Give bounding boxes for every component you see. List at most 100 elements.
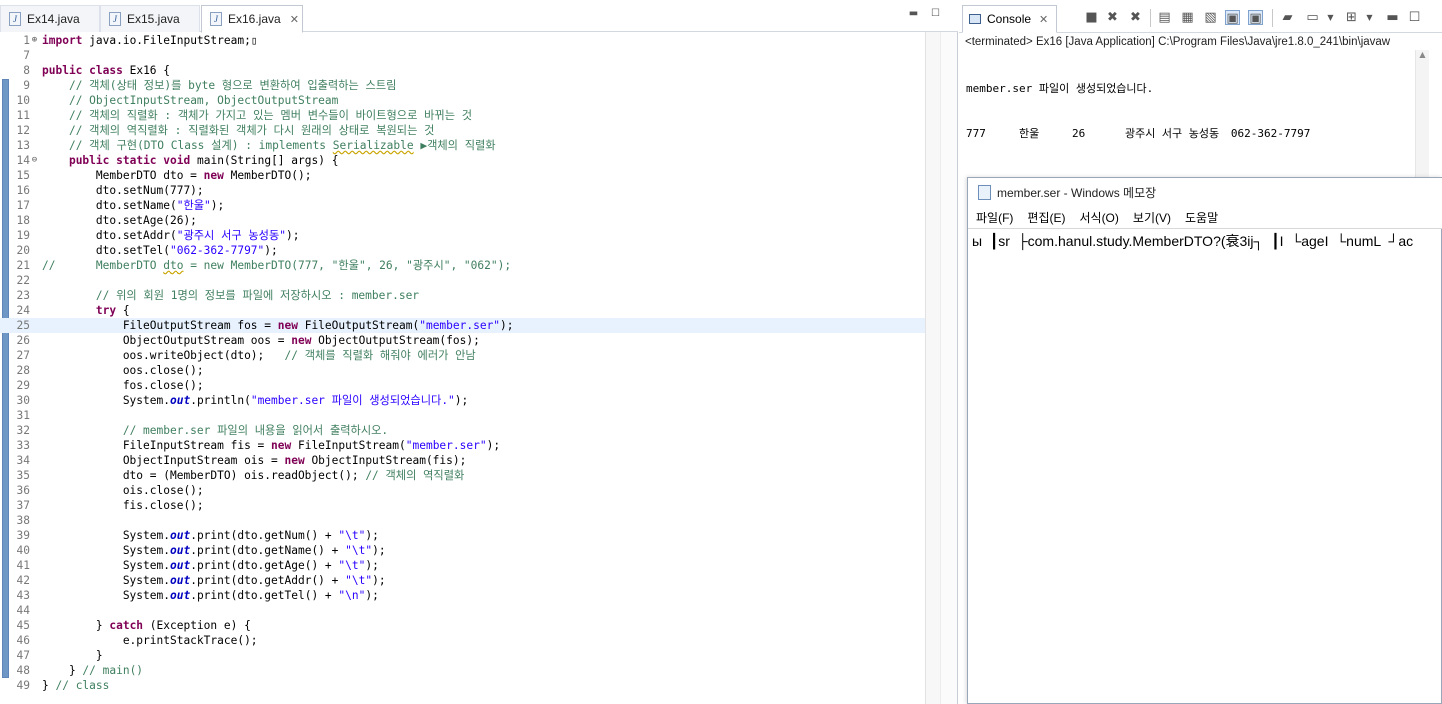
open-console-icon[interactable]: ⊞	[1344, 10, 1359, 25]
tab-ex14[interactable]: J Ex14.java	[0, 5, 100, 32]
code-line[interactable]: 14 ⊖ public static void main(String[] arg…	[0, 153, 925, 168]
line-number: 12	[16, 124, 30, 137]
menu-file[interactable]: 파일(F)	[976, 209, 1013, 226]
code-line[interactable]: 49} // class	[0, 678, 925, 693]
notepad-menubar: 파일(F) 편집(E) 서식(O) 보기(V) 도움말	[968, 206, 1442, 228]
maximize-icon[interactable]: ☐	[1407, 10, 1422, 25]
code-line[interactable]: 47 }	[0, 648, 925, 663]
close-icon[interactable]: ✕	[290, 13, 299, 26]
line-number: 43	[16, 589, 30, 602]
code-line[interactable]: 34 ObjectInputStream ois = new ObjectInp…	[0, 453, 925, 468]
menu-format[interactable]: 서식(O)	[1079, 209, 1118, 226]
code-line[interactable]: 41 System.out.print(dto.getAge() + "\t")…	[0, 558, 925, 573]
menu-view[interactable]: 보기(V)	[1133, 209, 1171, 226]
code-line[interactable]: 35 dto = (MemberDTO) ois.readObject(); /…	[0, 468, 925, 483]
code-line[interactable]: 36 ois.close();	[0, 483, 925, 498]
chevron-down-icon[interactable]: ▼	[1362, 10, 1377, 25]
close-icon[interactable]: ✕	[1039, 13, 1048, 26]
tab-console[interactable]: Console ✕	[962, 5, 1058, 33]
line-number: 27	[16, 349, 30, 362]
code-area[interactable]: 1 ⊕ import java.io.FileInputStream;▯ 7 8 publ…	[0, 32, 925, 704]
line-number: 24	[16, 304, 30, 317]
code-line[interactable]: 48 } // main()	[0, 663, 925, 678]
code-line[interactable]: 11 // 객체의 직렬화 : 객체가 가지고 있는 멤버 변수들이 바이트형으…	[0, 108, 925, 123]
code-line[interactable]: 12 // 객체의 역직렬화 : 직렬화된 객체가 다시 원래의 상태로 복원되…	[0, 123, 925, 138]
show-on-stdout-icon[interactable]: ▣	[1225, 10, 1240, 26]
code-line[interactable]: 38	[0, 513, 925, 528]
code-line[interactable]: 46 e.printStackTrace();	[0, 633, 925, 648]
code-line[interactable]: 22	[0, 273, 925, 288]
code-line[interactable]: 10 // ObjectInputStream, ObjectOutputStr…	[0, 93, 925, 108]
line-number: 21	[16, 259, 30, 272]
line-number: 15	[16, 169, 30, 182]
code-line[interactable]: 21 // MemberDTO dto = new MemberDTO(777, …	[0, 258, 925, 273]
tab-ex15[interactable]: J Ex15.java	[100, 5, 200, 32]
minimize-icon[interactable]: ▬	[908, 9, 919, 20]
code-line[interactable]: 18 dto.setAge(26);	[0, 213, 925, 228]
line-number: 41	[16, 559, 30, 572]
code-text: MemberDTO dto = new MemberDTO();	[42, 169, 312, 182]
code-line[interactable]: 37 fis.close();	[0, 498, 925, 513]
line-number: 1	[23, 34, 30, 47]
tab-ex16[interactable]: J Ex16.java ✕	[201, 5, 303, 33]
menu-edit[interactable]: 편집(E)	[1027, 209, 1065, 226]
display-console-icon[interactable]: ▭	[1305, 10, 1320, 25]
code-text: FileInputStream fis = new FileInputStrea…	[42, 439, 501, 452]
pin-console-icon[interactable]: ▰	[1280, 10, 1295, 25]
collapse-fold-icon[interactable]: ⊖	[30, 153, 39, 168]
code-text: System.out.print(dto.getAge() + "\t");	[42, 559, 379, 572]
minimize-icon[interactable]: ▬	[1385, 10, 1400, 25]
code-line[interactable]: 33 FileInputStream fis = new FileInputSt…	[0, 438, 925, 453]
code-line[interactable]: 20 dto.setTel("062-362-7797");	[0, 243, 925, 258]
code-line[interactable]: 15 MemberDTO dto = new MemberDTO();	[0, 168, 925, 183]
console-tab-label: Console	[987, 12, 1032, 26]
remove-all-terminated-icon[interactable]: ✖	[1128, 10, 1143, 25]
code-line[interactable]: 19 dto.setAddr("광주시 서구 농성동");	[0, 228, 925, 243]
maximize-icon[interactable]: ☐	[930, 9, 941, 20]
line-number: 19	[16, 229, 30, 242]
code-line[interactable]: 25 FileOutputStream fos = new FileOutput…	[0, 318, 925, 333]
notepad-titlebar[interactable]: member.ser - Windows 메모장	[968, 178, 1442, 206]
chevron-down-icon[interactable]: ▼	[1323, 10, 1338, 25]
code-line[interactable]: 24 try {	[0, 303, 925, 318]
console-output[interactable]: member.ser 파일이 생성되었습니다. 777 한울 26 광주시 서구…	[966, 51, 1310, 171]
code-line[interactable]: 28 oos.close();	[0, 363, 925, 378]
code-line[interactable]: 27 oos.writeObject(dto); // 객체를 직렬화 해줘야 …	[0, 348, 925, 363]
code-line[interactable]: 29 fos.close();	[0, 378, 925, 393]
code-line[interactable]: 30 System.out.println("member.ser 파일이 생성…	[0, 393, 925, 408]
code-line[interactable]: 39 System.out.print(dto.getNum() + "\t")…	[0, 528, 925, 543]
code-line[interactable]: 42 System.out.print(dto.getAddr() + "\t"…	[0, 573, 925, 588]
line-number: 49	[16, 679, 30, 692]
line-number: 10	[16, 94, 30, 107]
code-line[interactable]: 1 ⊕ import java.io.FileInputStream;▯	[0, 33, 925, 48]
code-line[interactable]: 26 ObjectOutputStream oos = new ObjectOu…	[0, 333, 925, 348]
code-line[interactable]: 44	[0, 603, 925, 618]
code-line[interactable]: 43 System.out.print(dto.getTel() + "\n")…	[0, 588, 925, 603]
clear-console-icon[interactable]: ▤	[1157, 10, 1172, 25]
editor-scrollbar[interactable]	[925, 32, 940, 704]
code-line[interactable]: 23 // 위의 회원 1명의 정보를 파일에 저장하시오 : member.s…	[0, 288, 925, 303]
terminate-icon[interactable]: ■	[1084, 10, 1099, 25]
show-on-stderr-icon[interactable]: ▣	[1248, 10, 1263, 26]
code-text: System.out.print(dto.getAddr() + "\t");	[42, 574, 386, 587]
code-line[interactable]: 32 // member.ser 파일의 내용을 읽어서 출력하시오.	[0, 423, 925, 438]
code-line[interactable]: 40 System.out.print(dto.getName() + "\t"…	[0, 543, 925, 558]
code-line[interactable]: 8 public class Ex16 {	[0, 63, 925, 78]
code-line[interactable]: 9 // 객체(상태 정보)를 byte 형으로 변환하여 입출력하는 스트림	[0, 78, 925, 93]
expand-fold-icon[interactable]: ⊕	[30, 33, 39, 48]
menu-help[interactable]: 도움말	[1185, 209, 1218, 226]
code-line[interactable]: 16 dto.setNum(777);	[0, 183, 925, 198]
code-text: FileOutputStream fos = new FileOutputStr…	[42, 319, 514, 332]
code-line[interactable]: 13 // 객체 구현(DTO Class 설계) : implements S…	[0, 138, 925, 153]
java-file-icon: J	[109, 12, 121, 26]
code-line[interactable]: 45 } catch (Exception e) {	[0, 618, 925, 633]
tab-label: Ex16.java	[228, 12, 281, 26]
notepad-text-area[interactable]: ы ┃sr ├com.hanul.study.MemberDTO?(衰3ij┐ …	[968, 228, 1442, 704]
code-line[interactable]: 31	[0, 408, 925, 423]
console-scrollbar[interactable]: ▲	[1415, 50, 1429, 180]
code-line[interactable]: 7	[0, 48, 925, 63]
word-wrap-icon[interactable]: ▧	[1203, 10, 1218, 25]
remove-launch-icon[interactable]: ✖	[1105, 10, 1120, 25]
scroll-lock-icon[interactable]: ▦	[1180, 10, 1195, 25]
code-line[interactable]: 17 dto.setName("한울");	[0, 198, 925, 213]
